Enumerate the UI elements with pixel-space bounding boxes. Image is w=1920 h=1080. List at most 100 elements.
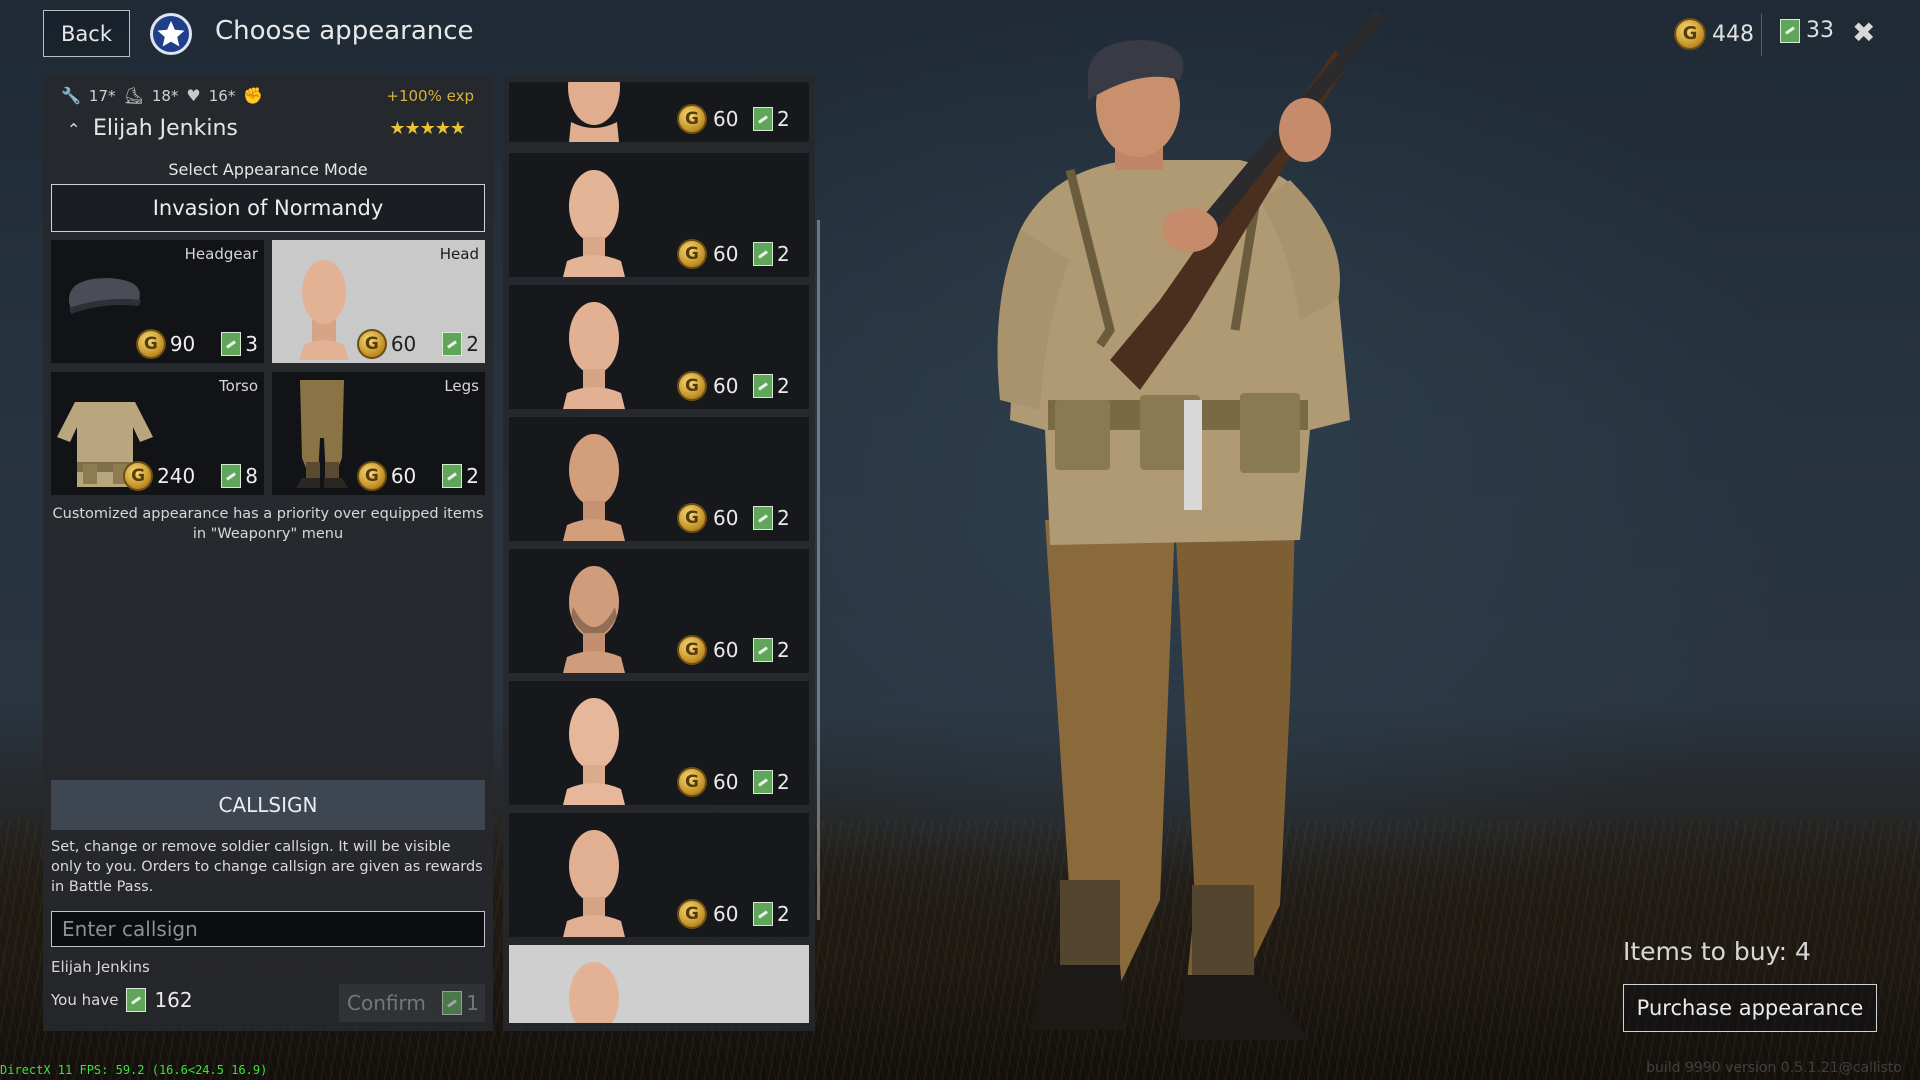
silver-coin-icon: G: [677, 503, 707, 533]
silver-price: 90: [169, 332, 196, 356]
order-icon: [753, 902, 773, 926]
close-icon[interactable]: ✖: [1852, 16, 1875, 49]
exp-bonus: +100% exp: [386, 87, 474, 105]
appearance-mode-select[interactable]: Invasion of Normandy: [51, 184, 485, 232]
order-icon: [753, 638, 773, 662]
slot-label: Head: [439, 245, 479, 263]
silver-coin-icon: G: [677, 371, 707, 401]
callsign-input[interactable]: [51, 911, 485, 947]
order-price: 2: [466, 464, 479, 488]
order-price: 2: [777, 107, 790, 131]
order-price: 2: [777, 638, 790, 662]
stat-value: 17*: [88, 86, 116, 105]
callsign-header: CALLSIGN: [51, 780, 485, 830]
head-price: G 60 2: [677, 371, 790, 401]
wrench-icon: 🔧: [61, 86, 81, 105]
silver-coin-icon: G: [1674, 18, 1706, 50]
head-icon: [563, 170, 625, 277]
slot-price: G 240 8: [123, 461, 258, 491]
confirm-cost-value: 1: [466, 991, 479, 1015]
orders-owned: You have 162: [51, 988, 193, 1012]
soldier-rating-stars: ★★★★★: [389, 118, 466, 139]
soldier-character[interactable]: [960, 0, 1430, 1060]
order-price: 2: [777, 374, 790, 398]
slot-legs[interactable]: Legs G 60 2: [272, 372, 485, 495]
silver-balance: G 448: [1674, 18, 1754, 50]
head-price: G 60 2: [677, 239, 790, 269]
order-icon: [753, 770, 773, 794]
order-price: 2: [466, 332, 479, 356]
head-icon: [568, 82, 620, 142]
head-icon: [563, 566, 625, 673]
order-icon: [753, 107, 773, 131]
slot-head[interactable]: Head G 60 2: [272, 240, 485, 363]
head-icon: [563, 698, 625, 805]
head-option[interactable]: G 60 2: [509, 285, 809, 409]
head-icon: [563, 434, 625, 541]
head-option[interactable]: G 60 2: [509, 417, 809, 541]
you-have-label: You have: [51, 991, 119, 1009]
order-icon: [221, 464, 242, 488]
silver-price: 60: [390, 464, 417, 488]
silver-price: 240: [157, 464, 196, 488]
strength-icon: ✊: [243, 86, 264, 105]
boot-icon: ⛸: [123, 86, 144, 105]
build-version: build 9990 version 0.5.1.21@callisto: [1646, 1060, 1902, 1076]
head-option[interactable]: G 60 2: [509, 153, 809, 277]
silver-price: 60: [713, 770, 739, 794]
order-price: 2: [777, 242, 790, 266]
heart-icon: ♥: [186, 86, 201, 105]
slot-torso[interactable]: Torso G 240 8: [51, 372, 264, 495]
head-option[interactable]: G 60 2: [509, 681, 809, 805]
back-button[interactable]: Back: [43, 10, 130, 57]
divider: [1761, 14, 1762, 56]
you-have-amount: 162: [154, 988, 193, 1012]
slot-price: G 60 2: [356, 329, 479, 359]
silver-price: 60: [713, 107, 739, 131]
silver-coin-icon: G: [356, 329, 387, 359]
head-price: G 60 2: [677, 767, 790, 797]
beret-icon: [68, 278, 141, 314]
silver-coin-icon: G: [677, 899, 707, 929]
head-option-selected[interactable]: [509, 945, 809, 1023]
slot-label: Torso: [219, 377, 258, 395]
slot-headgear[interactable]: Headgear G 90 3: [51, 240, 264, 363]
order-icon: [442, 991, 463, 1015]
nation-star-icon: [150, 13, 192, 55]
silver-coin-icon: G: [677, 767, 707, 797]
head-option[interactable]: G 60 2: [509, 813, 809, 937]
order-price: 2: [777, 902, 790, 926]
silver-coin-icon: G: [677, 239, 707, 269]
order-icon: [753, 506, 773, 530]
head-price: G 60 2: [677, 635, 790, 665]
confirm-cost: 1: [442, 991, 479, 1015]
order-price: 3: [245, 332, 258, 356]
silver-price: 60: [390, 332, 417, 356]
head-option[interactable]: G 60 2: [509, 549, 809, 673]
appearance-note: Customized appearance has a priority ove…: [52, 506, 484, 542]
order-icon: [1780, 18, 1800, 43]
head-icon: [563, 302, 625, 409]
items-to-buy: Items to buy: 4: [1623, 937, 1811, 966]
rank-chevron-icon: ⌃: [67, 120, 81, 139]
soldier-name: Elijah Jenkins: [93, 116, 238, 141]
appearance-panel: 🔧 17* ⛸ 18* ♥ 16* ✊ +100% exp ⌃ Elijah J…: [43, 76, 493, 1031]
head-price: G 60 2: [677, 104, 790, 134]
head-option[interactable]: G 60 2: [509, 82, 809, 142]
confirm-label: Confirm: [347, 991, 426, 1015]
orders-balance: 33: [1780, 18, 1834, 43]
head-list-scrollbar[interactable]: [817, 220, 820, 920]
callsign-description: Set, change or remove soldier callsign. …: [51, 839, 483, 895]
silver-price: 60: [713, 902, 739, 926]
purchase-appearance-button[interactable]: Purchase appearance: [1623, 984, 1877, 1032]
page-title: Choose appearance: [215, 16, 474, 46]
confirm-callsign-button[interactable]: Confirm 1: [339, 984, 485, 1022]
current-callsign: Elijah Jenkins: [51, 958, 150, 976]
slot-label: Legs: [444, 377, 479, 395]
order-price: 2: [777, 770, 790, 794]
head-option-list[interactable]: G 60 2 G 60 2 G 60 2 G 60 2 G 60 2 G 60 …: [503, 76, 815, 1031]
head-price: G 60 2: [677, 899, 790, 929]
order-price: 8: [245, 464, 258, 488]
silver-coin-icon: G: [677, 635, 707, 665]
stat-value: 18*: [151, 86, 179, 105]
